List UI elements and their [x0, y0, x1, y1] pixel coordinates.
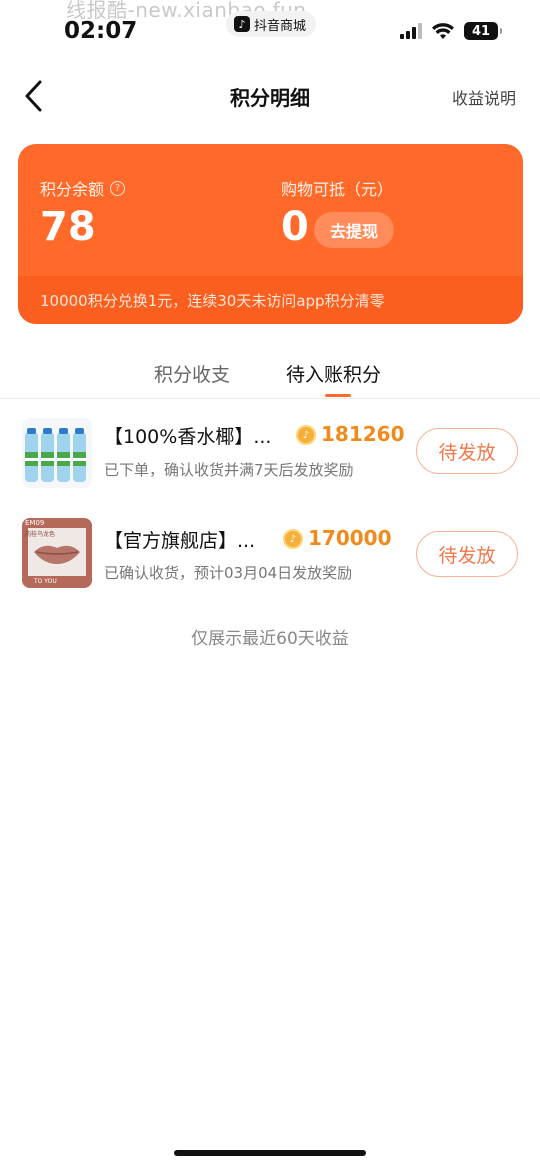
- coconut-water-bottles-image: [22, 418, 92, 488]
- footer-note: 仅展示最近60天收益: [191, 629, 349, 649]
- deduct-label-row: 购物可抵（元）: [281, 176, 393, 200]
- nav-bar: 积分明细 收益说明: [0, 60, 540, 132]
- list-item[interactable]: EM09 肉桂乌龙色 TO YOU 【官方旗舰店】... ♪ 170000 已确…: [0, 508, 540, 608]
- earnings-explanation-link[interactable]: 收益说明: [452, 85, 516, 109]
- points-detail-page: 线报酷-new.xianbao.fun 02:07 ♪ 抖音商城 41 积分明细…: [0, 0, 540, 1168]
- active-tab-indicator: [325, 394, 351, 397]
- coin-icon: ♪: [283, 529, 303, 549]
- item-subtitle: 已确认收货，预计03月04日发放奖励: [104, 564, 353, 582]
- deduct-value: 0: [281, 204, 309, 250]
- app-name: 抖音商城: [254, 18, 307, 34]
- withdraw-button[interactable]: 去提现: [314, 212, 394, 248]
- app-indicator-pill[interactable]: ♪ 抖音商城: [226, 11, 317, 37]
- status-icons: 41: [400, 22, 502, 40]
- balance-value: 78: [40, 204, 96, 250]
- points-summary-card: 积分余额 ? 78 购物可抵（元） 0 去提现 10000积分兑换1元，连续30…: [18, 144, 523, 324]
- tab-points-income-expense[interactable]: 积分收支: [154, 360, 230, 387]
- cellular-signal-icon: [400, 23, 422, 39]
- item-subtitle: 已下单，确认收货并满7天后发放奖励: [104, 461, 354, 479]
- pending-status-button[interactable]: 待发放: [416, 531, 518, 577]
- pending-status-button[interactable]: 待发放: [416, 428, 518, 474]
- douyin-logo-icon: ♪: [234, 16, 250, 32]
- divider: [0, 398, 540, 399]
- tab-pending-points[interactable]: 待入账积分: [286, 360, 381, 387]
- balance-label-row: 积分余额 ?: [40, 176, 126, 200]
- tab-bar: 积分收支 待入账积分: [0, 352, 540, 398]
- item-title: 【100%香水椰】...: [104, 426, 272, 448]
- battery-icon: 41: [464, 22, 502, 40]
- status-bar: 线报酷-new.xianbao.fun 02:07 ♪ 抖音商城 41: [0, 0, 540, 50]
- points-amount: 170000: [308, 526, 392, 550]
- wifi-icon: [432, 23, 454, 39]
- product-thumbnail: EM09 肉桂乌龙色 TO YOU: [22, 518, 92, 588]
- help-icon[interactable]: ?: [110, 180, 126, 196]
- status-time: 02:07: [64, 18, 138, 44]
- home-indicator[interactable]: [174, 1150, 366, 1156]
- lipstick-code: EM09: [25, 519, 45, 527]
- lipstick-shade: 肉桂乌龙色: [25, 531, 56, 538]
- coin-icon: ♪: [296, 425, 316, 445]
- card-note: 10000积分兑换1元，连续30天未访问app积分清零: [18, 276, 523, 324]
- points-amount: 181260: [321, 422, 405, 446]
- item-title: 【官方旗舰店】...: [104, 530, 256, 552]
- product-thumbnail: [22, 418, 92, 488]
- deduct-label: 购物可抵（元）: [281, 180, 394, 199]
- balance-label: 积分余额: [40, 180, 105, 199]
- lipstick-bottom-text: TO YOU: [34, 578, 57, 585]
- list-item[interactable]: 【100%香水椰】... ♪ 181260 已下单，确认收货并满7天后发放奖励 …: [0, 404, 540, 504]
